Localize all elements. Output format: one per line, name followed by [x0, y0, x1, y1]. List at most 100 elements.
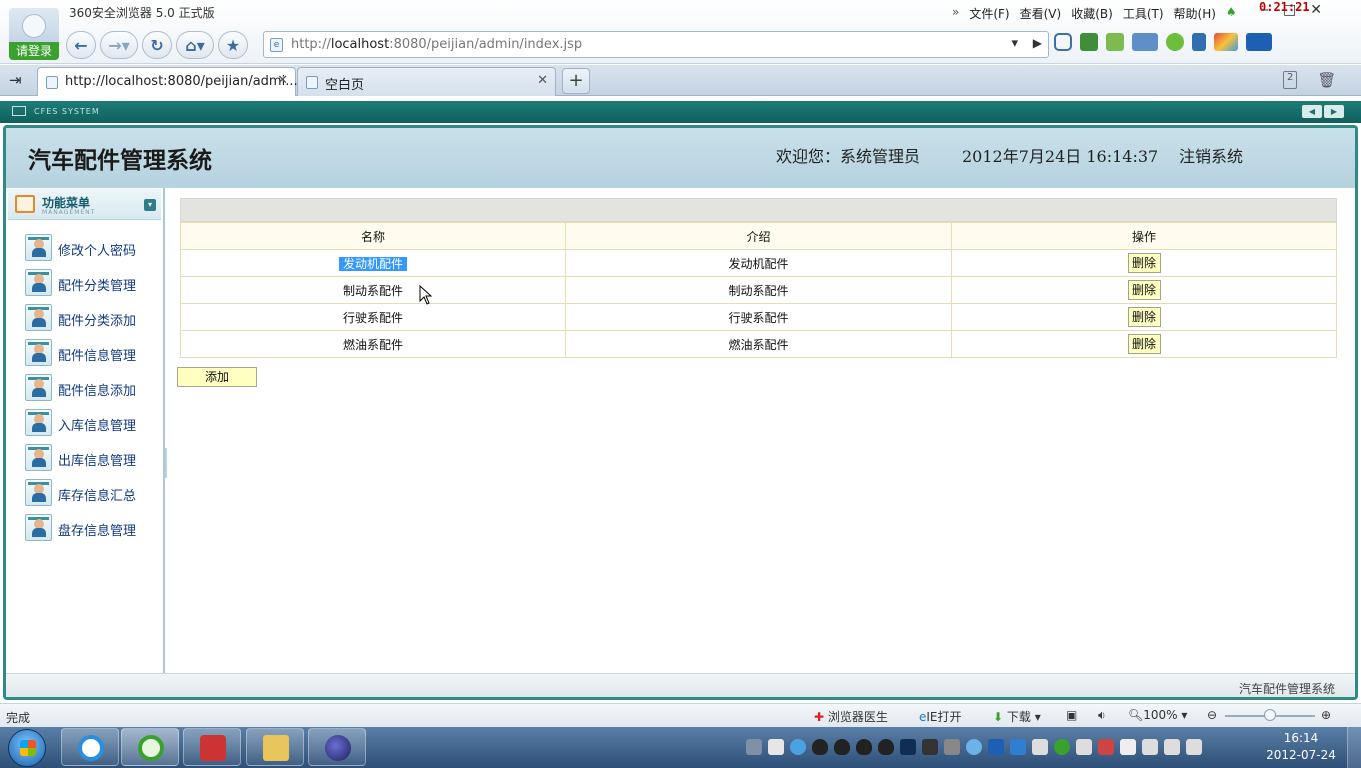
taskbar-360-browser[interactable]	[121, 728, 179, 766]
favorite-star-button[interactable]: ★	[218, 31, 248, 59]
user-avatar[interactable]: 请登录	[9, 8, 59, 60]
back-button[interactable]: ←	[66, 31, 96, 59]
forward-button[interactable]: →▾	[100, 31, 138, 59]
sidebar-item-stock-in[interactable]: 入库信息管理	[25, 409, 155, 439]
prev-arrow-icon[interactable]: ◀	[1302, 105, 1322, 118]
qq-icon[interactable]	[856, 739, 872, 755]
tab-close-icon[interactable]: ✕	[537, 73, 548, 88]
apps-icon[interactable]	[1214, 33, 1238, 51]
sidebar-toggle-icon[interactable]: ⇥	[9, 71, 22, 89]
tab-admin-index[interactable]: http://localhost:8080/peijian/admi... ✕	[37, 67, 298, 96]
sidebar-item-label[interactable]: 修改个人密码	[58, 240, 136, 259]
new-tab-button[interactable]: +	[562, 68, 590, 94]
taskbar-clock[interactable]: 16:14 2012-07-24	[1266, 730, 1336, 764]
tray-app-icon[interactable]	[922, 739, 938, 755]
collapse-icon[interactable]: ▾	[144, 199, 156, 211]
network-icon[interactable]	[1164, 739, 1180, 755]
sidebar-item-change-password[interactable]: 修改个人密码	[25, 234, 155, 264]
tab-blank-page[interactable]: 空白页 ✕	[297, 67, 556, 96]
shield-icon[interactable]	[1054, 33, 1072, 51]
video-icon[interactable]	[1246, 33, 1272, 51]
go-button[interactable]: ▶	[1033, 36, 1042, 50]
sidebar-item-label[interactable]: 库存信息汇总	[58, 485, 136, 504]
keyboard-icon[interactable]	[746, 739, 762, 755]
sidebar-item-label[interactable]: 配件分类添加	[58, 310, 136, 329]
tab-close-icon[interactable]: ✕	[277, 73, 288, 88]
tray-app-icon[interactable]	[1142, 739, 1158, 755]
tray-app-icon[interactable]	[790, 739, 806, 755]
skin-shirt-icon[interactable]: ♠	[1226, 5, 1237, 22]
zoom-out-button[interactable]: ⊖	[1207, 708, 1217, 722]
flag-icon[interactable]	[1120, 739, 1136, 755]
window-mode-icon[interactable]: ▣	[1066, 708, 1077, 722]
emoji-icon[interactable]	[1166, 33, 1184, 51]
shield-tray-icon[interactable]	[1010, 739, 1026, 755]
address-dropdown-icon[interactable]: ▾	[1011, 36, 1018, 51]
delete-button[interactable]: 删除	[1127, 253, 1161, 273]
sidebar-item-label[interactable]: 配件分类管理	[58, 275, 136, 294]
delete-button[interactable]: 删除	[1127, 334, 1161, 354]
sidebar-item-label[interactable]: 盘存信息管理	[58, 520, 136, 539]
sidebar-item-part-add[interactable]: 配件信息添加	[25, 374, 155, 404]
sidebar-item-inventory-summary[interactable]: 库存信息汇总	[25, 479, 155, 509]
logout-link[interactable]: 注销系统	[1179, 143, 1243, 167]
qq-icon[interactable]	[878, 739, 894, 755]
home-button[interactable]: ⌂▾	[176, 31, 214, 59]
taskbar-ie[interactable]	[61, 728, 119, 766]
tray-app-icon[interactable]	[988, 739, 1004, 755]
start-button[interactable]	[8, 729, 46, 767]
sidebar-item-part-manage[interactable]: 配件信息管理	[25, 339, 155, 369]
speaker-icon[interactable]	[1186, 739, 1202, 755]
tray-app-icon[interactable]	[1076, 739, 1092, 755]
sidebar-item-label[interactable]: 入库信息管理	[58, 415, 136, 434]
trash-icon[interactable]: 🗑︎	[1317, 71, 1336, 89]
tray-app-icon[interactable]	[1098, 739, 1114, 755]
taskbar-eclipse[interactable]	[308, 728, 366, 766]
menu-view[interactable]: 查看(V)	[1020, 5, 1062, 22]
screenshot-icon[interactable]	[1132, 33, 1158, 51]
tray-app-icon[interactable]	[966, 739, 982, 755]
menu-help[interactable]: 帮助(H)	[1174, 5, 1216, 22]
ie-open-button[interactable]: eIE打开	[919, 708, 962, 725]
login-button[interactable]: 请登录	[9, 42, 59, 60]
sidebar-item-label[interactable]: 配件信息管理	[58, 345, 136, 364]
next-arrow-icon[interactable]: ▶	[1324, 105, 1344, 118]
qq-icon[interactable]	[834, 739, 850, 755]
browser-doctor-button[interactable]: ✚ 浏览器医生	[814, 708, 888, 725]
sidebar-item-label[interactable]: 配件信息添加	[58, 380, 136, 399]
delete-button[interactable]: 删除	[1127, 307, 1161, 327]
refresh-button[interactable]: ↻	[142, 31, 172, 59]
menu-file[interactable]: 文件(F)	[969, 5, 1009, 22]
address-url[interactable]: http://localhost:8080/peijian/admin/inde…	[291, 37, 582, 52]
zoom-slider-knob[interactable]	[1264, 709, 1276, 721]
tray-app-icon[interactable]	[1054, 739, 1070, 755]
close-window-button[interactable]: ✕	[1310, 2, 1322, 18]
sidebar-item-category-manage[interactable]: 配件分类管理	[25, 269, 155, 299]
tray-app-icon[interactable]	[944, 739, 960, 755]
tray-app-icon[interactable]	[768, 739, 784, 755]
translate-icon[interactable]	[1106, 33, 1124, 51]
sidebar-item-label[interactable]: 出库信息管理	[58, 450, 136, 469]
sidebar-item-stock-out[interactable]: 出库信息管理	[25, 444, 155, 474]
qq-icon[interactable]	[812, 739, 828, 755]
tray-app-icon[interactable]	[900, 739, 916, 755]
add-button[interactable]: 添加	[177, 367, 257, 387]
show-desktop-button[interactable]	[1347, 727, 1361, 768]
address-bar[interactable]: e http://localhost:8080/peijian/admin/in…	[263, 31, 1049, 58]
tab-count-icon[interactable]: 2	[1283, 71, 1298, 89]
tray-app-icon[interactable]	[1032, 739, 1048, 755]
volume-icon[interactable]: 🔉︎	[1098, 708, 1106, 723]
cube-icon[interactable]	[1080, 33, 1098, 51]
delete-button[interactable]: 删除	[1127, 280, 1161, 300]
taskbar-toolbox[interactable]	[183, 728, 241, 766]
menu-favorites[interactable]: 收藏(B)	[1071, 5, 1113, 22]
wrench-icon[interactable]	[1192, 33, 1206, 51]
menu-tools[interactable]: 工具(T)	[1123, 5, 1164, 22]
menu-overflow-icon[interactable]: »	[952, 5, 959, 22]
sidebar-item-stocktake[interactable]: 盘存信息管理	[25, 514, 155, 544]
sidebar-item-category-add[interactable]: 配件分类添加	[25, 304, 155, 334]
zoom-control[interactable]: 🔍︎100% ▾	[1128, 708, 1187, 722]
download-button[interactable]: ⬇ 下载 ▾	[993, 708, 1041, 725]
taskbar-explorer[interactable]	[246, 728, 304, 766]
zoom-in-button[interactable]: ⊕	[1321, 708, 1331, 722]
